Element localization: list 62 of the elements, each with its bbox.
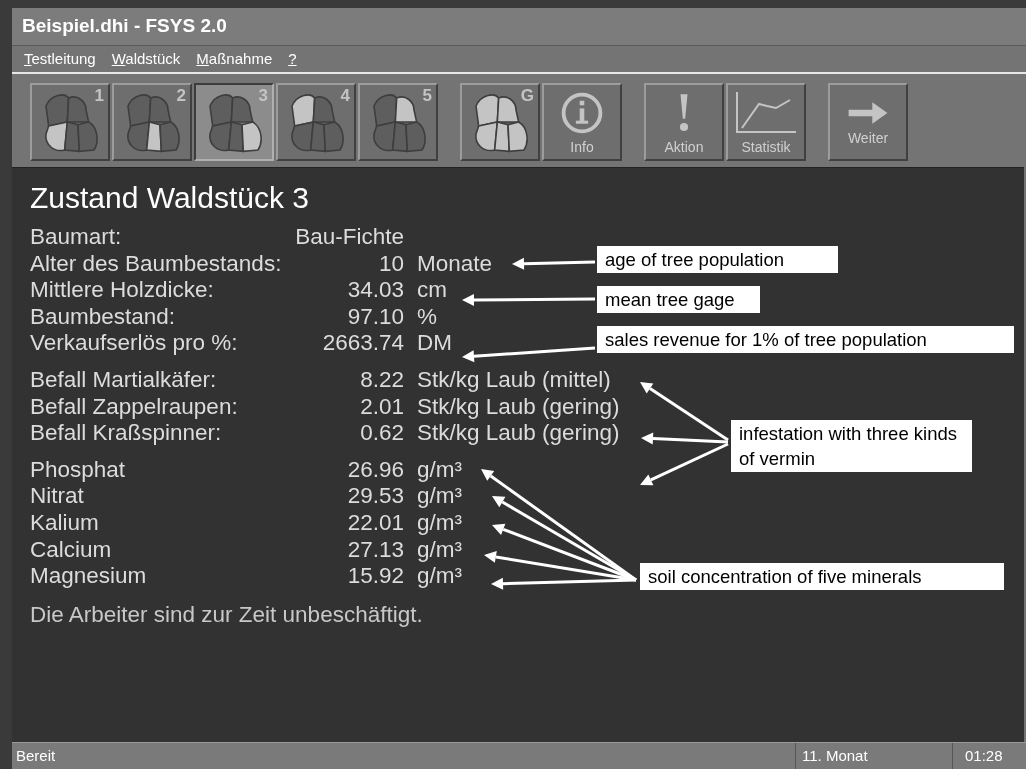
unit-label: % [417,305,437,329]
month-indicator: 11. Monat [795,743,952,769]
field-label: Calcium [30,538,113,562]
field-label: Verkaufserlös pro %: [30,332,239,355]
unit-label: cm [417,279,447,302]
unit-label: Stk/kg Laub (gering) [417,422,620,445]
unit-label: Stk/kg Laub (mittel) [417,369,611,392]
unit-label: g/m³ [417,485,462,508]
toolbar-button[interactable]: G [460,83,540,161]
field-value: 10 [378,252,404,276]
annotation-label: mean tree gage [597,286,760,313]
field-value: 8.22 [360,369,404,392]
toolbar-button[interactable]: Statistik [726,83,806,161]
field-label: Baumbestand: [30,305,177,329]
toolbar-button[interactable]: Info [542,83,622,161]
toolbar-button[interactable]: Aktion [644,83,724,161]
field-label: Phosphat [30,458,127,482]
field-value: 26.96 [347,458,404,482]
field-label: Magnesium [30,565,148,588]
field-value: 27.13 [347,538,404,562]
field-label: Befall Kraßspinner: [30,422,223,445]
field-value: Bau-Fichte [295,226,404,249]
field-value: 0.62 [360,422,404,445]
unit-label: Monate [417,252,493,276]
window-title: Beispiel.dhi - FSYS 2.0 [22,14,227,39]
field-value: 34.03 [347,279,404,302]
field-value: 2663.74 [322,332,404,355]
time-indicator: 01:28 [952,743,1026,769]
status-message: Die Arbeiter sind zur Zeit unbeschäftigt. [30,603,423,627]
field-value: 22.01 [347,512,404,535]
toolbar-button[interactable]: 1 [30,83,110,161]
field-label: Befall Zappelraupen: [30,395,239,419]
field-label: Kalium [30,512,100,535]
field-value: 15.92 [347,565,404,588]
toolbar-button[interactable]: 4 [276,83,356,161]
heading: Zustand Waldstück 3 [30,182,309,214]
menu-item[interactable]: Maßnahme [192,47,277,71]
toolbar-button[interactable]: 5 [358,83,438,161]
toolbar-button[interactable]: Weiter [828,83,908,161]
annotation-label: infestation with three kinds of vermin [731,420,972,472]
unit-label: Stk/kg Laub (gering) [417,395,620,419]
field-label: Nitrat [30,485,85,508]
unit-label: g/m³ [417,512,462,535]
field-value: 2.01 [360,395,404,419]
status-text: Bereit [15,745,57,766]
menu-item[interactable]: ? [284,47,301,71]
toolbar-button[interactable]: 3 [194,83,274,161]
field-label: Mittlere Holzdicke: [30,279,215,302]
toolbar-button[interactable]: 2 [112,83,192,161]
annotation-label: soil concentration of five minerals [640,563,1004,590]
unit-label: g/m³ [417,565,462,588]
field-value: 29.53 [347,485,404,508]
annotation-label: age of tree population [597,246,838,273]
field-label: Alter des Baumbestands: [30,252,283,276]
menu-item[interactable]: Testleitung [20,47,100,71]
unit-label: g/m³ [417,538,462,562]
unit-label: g/m³ [417,458,462,482]
menu-item[interactable]: Waldstück [107,47,185,71]
annotation-label: sales revenue for 1% of tree population [597,326,1014,353]
field-label: Befall Martialkäfer: [30,369,218,392]
unit-label: DM [417,332,452,355]
field-value: 97.10 [347,305,404,329]
